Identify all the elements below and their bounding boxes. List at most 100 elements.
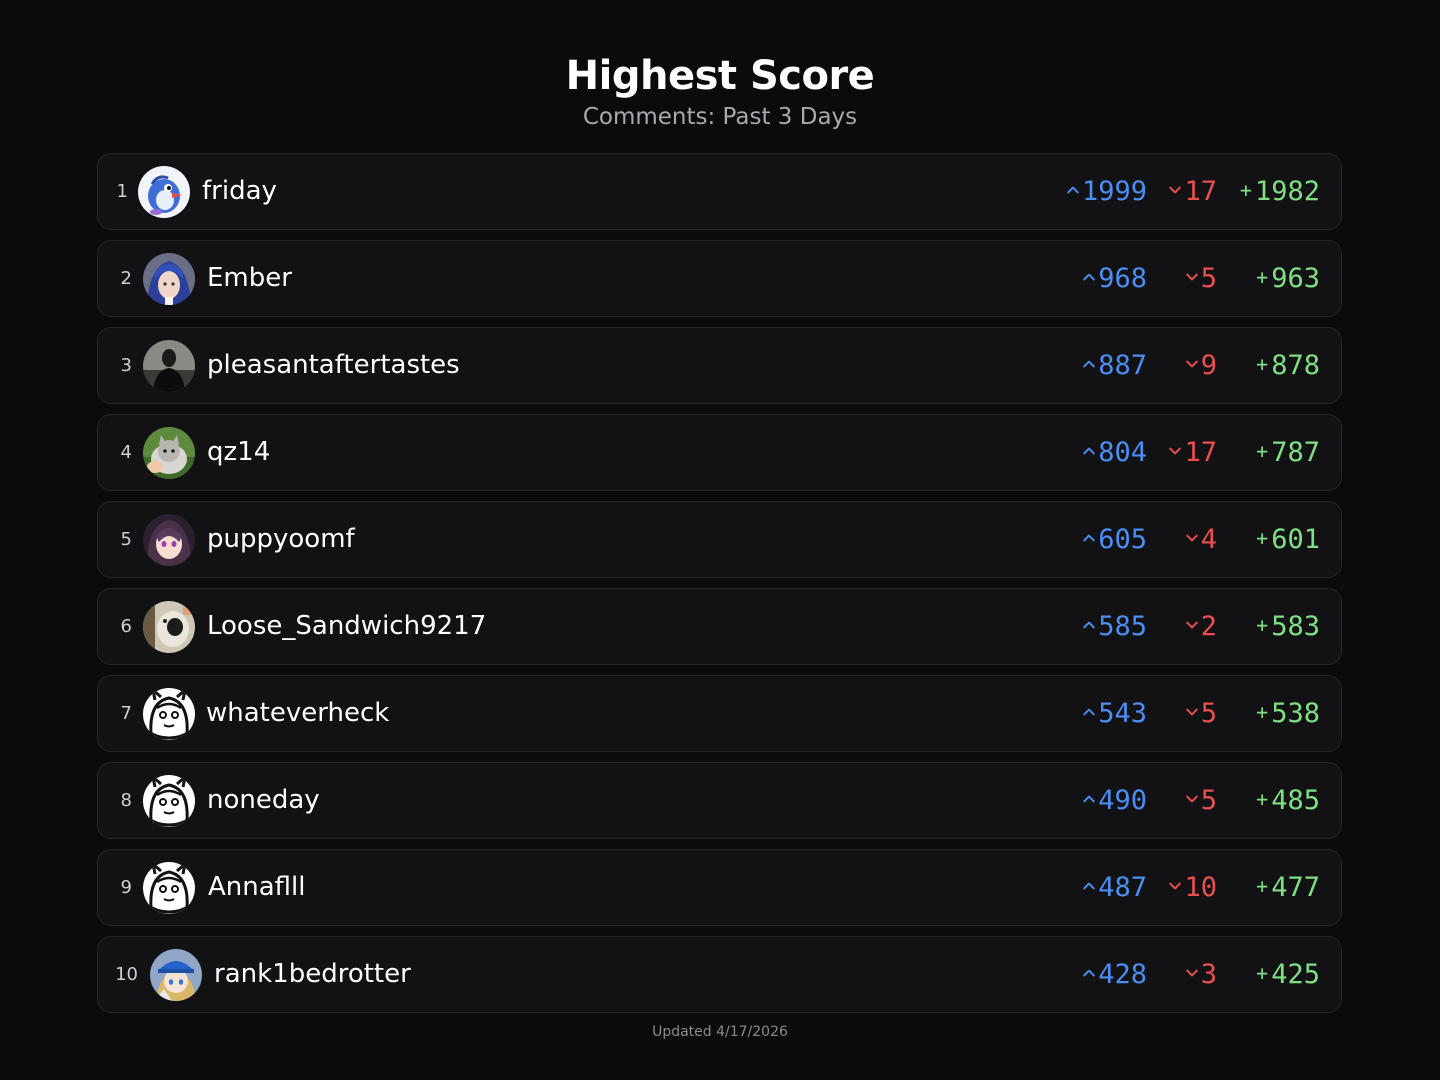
- avatar[interactable]: [143, 340, 195, 392]
- username[interactable]: puppyoomf: [207, 502, 355, 577]
- username[interactable]: Annaflll: [208, 850, 306, 925]
- username[interactable]: rank1bedrotter: [214, 937, 411, 1012]
- rank-number: 7: [120, 703, 132, 724]
- rank-number: 10: [115, 964, 138, 985]
- plus-icon: +: [1256, 613, 1269, 637]
- chevron-down-icon: [1186, 534, 1198, 542]
- plus-icon: +: [1256, 874, 1269, 898]
- avatar[interactable]: [143, 601, 195, 653]
- avatar[interactable]: [138, 166, 190, 218]
- upvote-value: 490: [1098, 785, 1147, 816]
- downvote-count: 3: [1186, 937, 1217, 1012]
- net-score: +787: [1256, 415, 1320, 490]
- leaderboard-row[interactable]: 10 rank1bedrotter 428 3 +425: [97, 936, 1342, 1013]
- net-score: +485: [1256, 763, 1320, 838]
- rank-number: 4: [120, 442, 132, 463]
- upvote-value: 804: [1098, 437, 1147, 468]
- chevron-down-icon: [1186, 360, 1198, 368]
- chevron-down-icon: [1186, 708, 1198, 716]
- downvote-count: 2: [1186, 589, 1217, 664]
- downvote-value: 4: [1200, 524, 1217, 555]
- rank-number: 2: [120, 268, 132, 289]
- downvote-count: 9: [1186, 328, 1217, 403]
- upvote-value: 585: [1098, 611, 1147, 642]
- leaderboard-row[interactable]: 8 noneday 490 5 +485: [97, 762, 1342, 839]
- username[interactable]: qz14: [207, 415, 270, 490]
- downvote-value: 9: [1200, 350, 1217, 381]
- net-score: +538: [1256, 676, 1320, 751]
- downvote-value: 17: [1184, 437, 1217, 468]
- page-subtitle: Comments: Past 3 Days: [582, 104, 858, 130]
- downvote-value: 5: [1200, 263, 1217, 294]
- username[interactable]: Loose_Sandwich9217: [207, 589, 486, 664]
- username[interactable]: Ember: [207, 241, 292, 316]
- downvote-value: 10: [1184, 872, 1217, 903]
- leaderboard-row[interactable]: 5 puppyoomf 605 4 +601: [97, 501, 1342, 578]
- leaderboard-row[interactable]: 3 pleasantaftertastes 887 9 +878: [97, 327, 1342, 404]
- chevron-up-icon: [1083, 882, 1095, 890]
- chevron-down-icon: [1186, 795, 1198, 803]
- net-score: +1982: [1240, 154, 1320, 229]
- chevron-down-icon: [1186, 621, 1198, 629]
- net-score: +583: [1256, 589, 1320, 664]
- upvote-value: 1999: [1081, 176, 1147, 207]
- plus-icon: +: [1239, 178, 1252, 202]
- net-score: +963: [1256, 241, 1320, 316]
- downvote-count: 5: [1186, 763, 1217, 838]
- chevron-up-icon: [1083, 708, 1095, 716]
- net-score: +878: [1256, 328, 1320, 403]
- upvote-value: 605: [1098, 524, 1147, 555]
- updated-timestamp: Updated 4/17/2026: [652, 1024, 788, 1040]
- upvote-count: 585: [1083, 589, 1147, 664]
- rank-number: 9: [120, 877, 132, 898]
- chevron-up-icon: [1083, 273, 1095, 281]
- downvote-count: 17: [1169, 415, 1217, 490]
- net-value: 963: [1271, 263, 1320, 294]
- leaderboard-row[interactable]: 6 Loose_Sandwich9217 585 2 +583: [97, 588, 1342, 665]
- avatar[interactable]: [143, 427, 195, 479]
- avatar[interactable]: [143, 688, 195, 740]
- leaderboard-row[interactable]: 7 whateverheck 543 5 +538: [97, 675, 1342, 752]
- downvote-value: 17: [1184, 176, 1217, 207]
- downvote-count: 10: [1169, 850, 1217, 925]
- downvote-value: 5: [1200, 698, 1217, 729]
- username[interactable]: pleasantaftertastes: [207, 328, 460, 403]
- leaderboard-list: 1 friday 1999 17 +1982 2 Ember 968 5 +96…: [97, 153, 1342, 1023]
- net-value: 485: [1271, 785, 1320, 816]
- username[interactable]: noneday: [207, 763, 320, 838]
- plus-icon: +: [1256, 439, 1269, 463]
- net-value: 878: [1271, 350, 1320, 381]
- chevron-up-icon: [1083, 447, 1095, 455]
- leaderboard-row[interactable]: 2 Ember 968 5 +963: [97, 240, 1342, 317]
- username[interactable]: friday: [202, 154, 277, 229]
- net-value: 601: [1271, 524, 1320, 555]
- leaderboard-row[interactable]: 9 Annaflll 487 10 +477: [97, 849, 1342, 926]
- chevron-up-icon: [1067, 186, 1079, 194]
- downvote-count: 17: [1169, 154, 1217, 229]
- upvote-count: 968: [1083, 241, 1147, 316]
- net-value: 787: [1271, 437, 1320, 468]
- upvote-value: 887: [1098, 350, 1147, 381]
- rank-number: 8: [120, 790, 132, 811]
- avatar[interactable]: [143, 514, 195, 566]
- leaderboard-row[interactable]: 4 qz14 804 17 +787: [97, 414, 1342, 491]
- plus-icon: +: [1256, 961, 1269, 985]
- avatar[interactable]: [143, 253, 195, 305]
- net-value: 583: [1271, 611, 1320, 642]
- rank-number: 6: [120, 616, 132, 637]
- upvote-count: 804: [1083, 415, 1147, 490]
- upvote-count: 605: [1083, 502, 1147, 577]
- username[interactable]: whateverheck: [206, 676, 389, 751]
- upvote-count: 1999: [1067, 154, 1147, 229]
- upvote-count: 490: [1083, 763, 1147, 838]
- plus-icon: +: [1256, 700, 1269, 724]
- leaderboard-row[interactable]: 1 friday 1999 17 +1982: [97, 153, 1342, 230]
- avatar[interactable]: [143, 775, 195, 827]
- chevron-down-icon: [1169, 447, 1181, 455]
- upvote-count: 487: [1083, 850, 1147, 925]
- avatar[interactable]: [150, 949, 202, 1001]
- chevron-down-icon: [1169, 882, 1181, 890]
- downvote-value: 5: [1200, 785, 1217, 816]
- downvote-count: 4: [1186, 502, 1217, 577]
- avatar[interactable]: [143, 862, 195, 914]
